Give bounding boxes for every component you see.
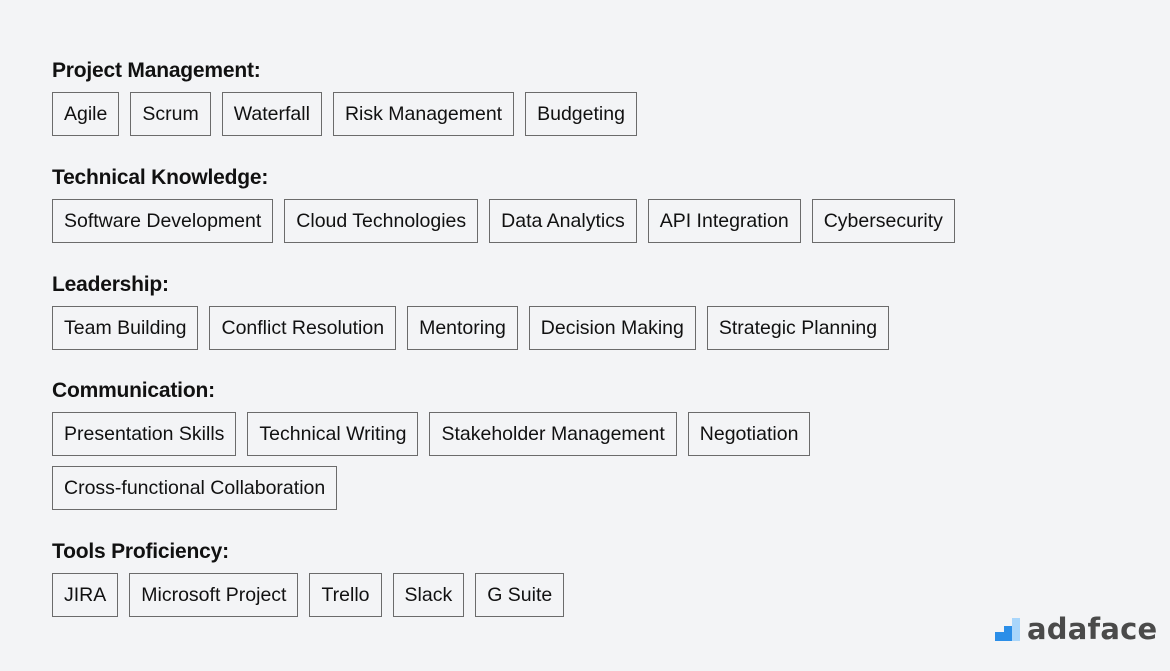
section-heading: Technical Knowledge:	[52, 166, 269, 189]
skill-tag[interactable]: API Integration	[647, 199, 801, 243]
skill-tag[interactable]: Negotiation	[687, 412, 811, 456]
skill-tag[interactable]: Microsoft Project	[129, 573, 299, 617]
skill-tag[interactable]: Mentoring	[407, 306, 518, 350]
skill-tag[interactable]: Trello	[309, 573, 382, 617]
section-leadership: Leadership: Team Building Conflict Resol…	[52, 272, 890, 350]
skill-tag[interactable]: Scrum	[130, 92, 211, 136]
skill-tag[interactable]: Waterfall	[221, 92, 322, 136]
section-heading: Leadership:	[52, 273, 169, 296]
skill-tag[interactable]: Conflict Resolution	[209, 306, 397, 350]
section-heading: Project Management:	[52, 59, 261, 82]
skill-tag[interactable]: Slack	[392, 573, 465, 617]
skill-tag[interactable]: Strategic Planning	[706, 306, 890, 350]
skill-tag[interactable]: Stakeholder Management	[429, 412, 677, 456]
brand-name: adaface	[1027, 612, 1158, 646]
skill-tag[interactable]: Presentation Skills	[52, 412, 237, 456]
section-tools-proficiency: Tools Proficiency: JIRA Microsoft Projec…	[52, 539, 565, 617]
bar-steps-icon	[995, 618, 1020, 641]
section-heading: Tools Proficiency:	[52, 540, 229, 563]
skill-tag[interactable]: Agile	[52, 92, 120, 136]
skill-tag[interactable]: Risk Management	[332, 92, 515, 136]
skill-tag[interactable]: JIRA	[52, 573, 119, 617]
section-project-management: Project Management: Agile Scrum Waterfal…	[52, 58, 637, 136]
skill-tag[interactable]: Technical Writing	[247, 412, 419, 456]
skill-tag[interactable]: Data Analytics	[489, 199, 637, 243]
section-communication: Communication: Presentation Skills Techn…	[52, 378, 912, 510]
adaface-logo: adaface	[995, 612, 1157, 646]
skill-tag[interactable]: Software Development	[52, 199, 274, 243]
skill-tag[interactable]: G Suite	[475, 573, 565, 617]
skill-tag[interactable]: Cross-functional Collaboration	[52, 466, 338, 510]
skill-tag[interactable]: Cloud Technologies	[284, 199, 479, 243]
section-heading: Communication:	[52, 379, 215, 402]
skill-tag[interactable]: Decision Making	[528, 306, 696, 350]
tag-list: Team Building Conflict Resolution Mentor…	[52, 306, 890, 350]
tag-list: Presentation Skills Technical Writing St…	[52, 412, 912, 510]
section-technical-knowledge: Technical Knowledge: Software Developmen…	[52, 165, 955, 243]
tag-list: JIRA Microsoft Project Trello Slack G Su…	[52, 573, 565, 617]
skill-tag[interactable]: Cybersecurity	[811, 199, 955, 243]
skill-tag[interactable]: Budgeting	[525, 92, 637, 136]
tag-list: Software Development Cloud Technologies …	[52, 199, 955, 243]
skill-tag[interactable]: Team Building	[52, 306, 199, 350]
tag-list: Agile Scrum Waterfall Risk Management Bu…	[52, 92, 637, 136]
